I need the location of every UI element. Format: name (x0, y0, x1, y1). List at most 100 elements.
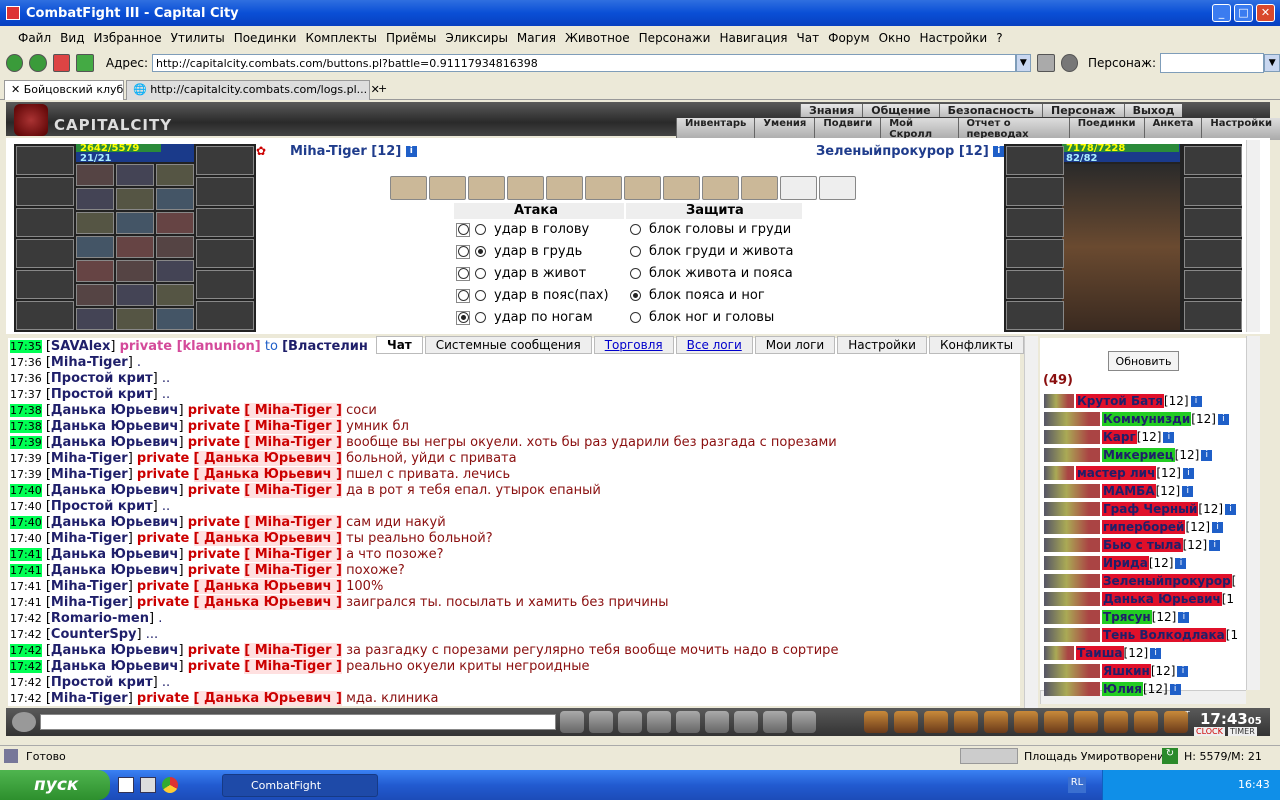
word-icon[interactable] (118, 777, 134, 793)
info-icon[interactable]: i (1163, 431, 1175, 443)
menu-item[interactable]: Файл (18, 31, 51, 45)
chat-target[interactable]: [ Miha-Tiger ] (244, 483, 342, 498)
user-row[interactable]: Таиша [12] i (1044, 645, 1162, 661)
user-name[interactable]: Данька Юрьевич (1102, 592, 1222, 606)
tab-logs[interactable]: 🌐 http://capitalcity.combats.com/logs.pl… (126, 80, 380, 100)
new-tab-button[interactable]: + (372, 80, 388, 100)
chat-timestamp[interactable]: 17:38 (10, 404, 42, 417)
chat-target[interactable]: [ Данька Юрьевич ] (193, 531, 342, 546)
combat-scrollbar[interactable] (1246, 140, 1260, 332)
chat-nick[interactable]: SAVAlex (51, 339, 110, 354)
attack-checkbox[interactable] (456, 244, 470, 259)
chat-private-tag[interactable]: private (188, 515, 240, 530)
menu-item[interactable]: Настройки (919, 31, 987, 45)
user-name[interactable]: Зеленыйпрокурор (1102, 574, 1232, 588)
persona-dropdown-icon[interactable]: ▼ (1264, 54, 1280, 72)
skill-slot[interactable] (156, 236, 194, 258)
chat-target[interactable]: [ Miha-Tiger ] (244, 643, 342, 658)
equipment-slot[interactable] (1184, 301, 1242, 330)
user-row[interactable]: Зеленыйпрокурор[ (1044, 573, 1236, 589)
equipment-slot[interactable] (16, 239, 74, 268)
equipment-slot[interactable] (1184, 177, 1242, 206)
attack-radio[interactable] (475, 290, 486, 301)
user-row[interactable]: Карг [12] i (1044, 429, 1175, 445)
chat-timestamp[interactable]: 17:42 (10, 692, 42, 705)
user-name[interactable]: Юлия (1102, 682, 1143, 696)
user-row[interactable]: Юлия [12] i (1044, 681, 1181, 697)
chat-input[interactable] (40, 714, 556, 730)
user-status-icons[interactable] (1044, 664, 1100, 678)
chat-nick[interactable]: Данька Юрьевич (51, 547, 179, 562)
chat-timestamp[interactable]: 17:42 (10, 612, 42, 625)
chat-target[interactable]: [ Данька Юрьевич ] (193, 691, 342, 706)
info-icon[interactable]: i (1175, 557, 1187, 569)
spell-scroll-icon[interactable] (546, 176, 583, 200)
info-icon[interactable]: i (1177, 665, 1189, 677)
sound-icon[interactable] (734, 711, 758, 733)
equipment-slot[interactable] (1006, 301, 1064, 330)
chat-private-tag[interactable]: private (137, 595, 189, 610)
chat-tab[interactable]: Чат (376, 336, 423, 354)
chat-timestamp[interactable]: 17:42 (10, 676, 42, 689)
top-nav-item[interactable]: Поединки (1068, 118, 1144, 140)
action-icon[interactable] (954, 711, 978, 733)
chat-timestamp[interactable]: 17:40 (10, 532, 42, 545)
top-nav-item[interactable]: Общение (862, 104, 939, 117)
status-tools-icon[interactable] (960, 748, 1018, 764)
chat-private-tag[interactable]: private (188, 403, 240, 418)
walk-icon[interactable] (676, 711, 700, 733)
equipment-slot[interactable] (16, 270, 74, 299)
user-row[interactable]: Коммунизди [12] i (1044, 411, 1229, 427)
chat-private-tag[interactable]: private (188, 563, 240, 578)
user-status-icons[interactable] (1044, 682, 1100, 696)
equipment-slot[interactable] (196, 146, 254, 175)
equipment-slot[interactable] (1006, 239, 1064, 268)
info-icon[interactable]: i (1190, 395, 1202, 407)
attack-radio[interactable] (475, 224, 486, 235)
equipment-slot[interactable] (16, 301, 74, 330)
user-status-icons[interactable] (1044, 520, 1100, 534)
chat-timestamp[interactable]: 17:40 (10, 484, 42, 497)
user-row[interactable]: Граф Черный [12] i (1044, 501, 1237, 517)
spell-scroll-icon[interactable] (585, 176, 622, 200)
user-status-icons[interactable] (1044, 610, 1100, 624)
attack-option[interactable]: удар по ногам (456, 310, 593, 325)
enter-icon[interactable] (560, 711, 584, 733)
skill-slot[interactable] (116, 212, 154, 234)
chat-private-tag[interactable]: private (188, 419, 240, 434)
user-name[interactable]: Тень Волкодлака (1102, 628, 1226, 642)
menu-item[interactable]: Окно (879, 31, 911, 45)
back-icon[interactable] (6, 54, 24, 72)
top-nav-item[interactable]: Анкета (1143, 118, 1202, 140)
chat-nick[interactable]: Miha-Tiger (51, 467, 128, 482)
chat-nick[interactable]: Miha-Tiger (51, 355, 128, 370)
skill-slot[interactable] (76, 260, 114, 282)
skill-slot[interactable] (156, 308, 194, 330)
menu-item[interactable]: Чат (797, 31, 820, 45)
chat-private-tag[interactable]: private (137, 451, 189, 466)
action-icon[interactable] (924, 711, 948, 733)
chat-timestamp[interactable]: 17:42 (10, 628, 42, 641)
menu-item[interactable]: Комплекты (305, 31, 377, 45)
equipment-slot[interactable] (1006, 177, 1064, 206)
info-icon[interactable]: i (1182, 467, 1194, 479)
user-list-scrollbar[interactable] (1246, 336, 1260, 690)
user-name[interactable]: Коммунизди (1102, 412, 1192, 426)
user-name[interactable]: Микериец (1102, 448, 1175, 462)
refresh-list-button[interactable]: Обновить (1108, 351, 1179, 371)
timer-label[interactable]: TIMER (1228, 727, 1257, 736)
defense-option[interactable]: блок головы и груди (630, 222, 791, 237)
top-nav-item[interactable]: Подвиги (814, 118, 881, 140)
info-icon[interactable]: i (1169, 683, 1181, 695)
top-nav-item[interactable]: Настройки (1201, 118, 1280, 140)
chat-target[interactable]: [ Данька Юрьевич ] (193, 595, 342, 610)
skill-slot[interactable] (156, 212, 194, 234)
equipment-slot[interactable] (16, 177, 74, 206)
chat-nick[interactable]: Romario-men (51, 611, 149, 626)
attack-option[interactable]: удар в голову (456, 222, 589, 237)
chat-private-tag[interactable]: private (137, 467, 189, 482)
chat-nick[interactable]: Miha-Tiger (51, 595, 128, 610)
user-row[interactable]: Ирида [12] i (1044, 555, 1187, 571)
user-row[interactable]: Крутой Батя [12] i (1044, 393, 1202, 409)
chat-private-tag[interactable]: private (188, 483, 240, 498)
